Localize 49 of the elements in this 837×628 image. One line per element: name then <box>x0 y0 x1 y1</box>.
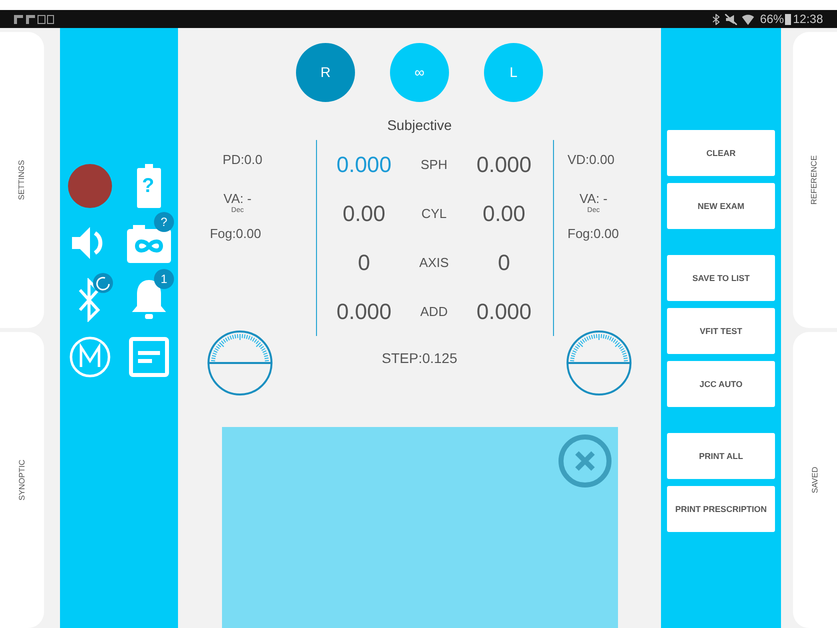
left-eye-value[interactable]: 0.00 <box>456 197 552 230</box>
right-eye-value[interactable]: 0.000 <box>316 295 412 328</box>
mute-icon <box>724 14 737 24</box>
axis-dial-icon[interactable] <box>566 330 632 396</box>
left-eye-value[interactable]: 0 <box>456 246 552 279</box>
battery-icon <box>784 13 791 25</box>
row-label: SPH <box>420 156 448 174</box>
action-button[interactable]: PRINT PRESCRIPTION <box>667 486 775 532</box>
left-eye-value[interactable]: 0.000 <box>456 295 552 328</box>
action-button[interactable]: JCC AUTO <box>667 361 775 407</box>
side-tab[interactable]: REFERENCE <box>793 32 837 328</box>
va-label: VA: - <box>224 192 252 206</box>
row-label: CYL <box>420 204 448 223</box>
action-button[interactable]: PRINT ALL <box>667 433 775 479</box>
row-label: AXIS <box>418 254 450 272</box>
fog-label: Fog:0.00 <box>210 225 262 243</box>
notification-badge: 1 <box>154 269 174 289</box>
battery-percent: 66% <box>760 11 784 28</box>
left-eye-value[interactable]: 0.000 <box>456 148 552 181</box>
pd-label: PD:0.0 <box>222 151 262 169</box>
action-button[interactable]: SAVE TO LIST <box>667 255 775 301</box>
va-label: VA: - <box>580 192 608 206</box>
action-button[interactable]: NEW EXAM <box>667 183 775 229</box>
side-tab[interactable]: SAVED <box>793 332 837 628</box>
notification-badge: ? <box>154 212 174 232</box>
bluetooth-icon[interactable] <box>78 278 102 322</box>
bluetooth-icon <box>712 14 720 24</box>
side-tab[interactable]: SETTINGS <box>0 32 44 328</box>
right-eye-value[interactable]: 0.00 <box>316 197 412 230</box>
eye-button[interactable]: R <box>296 43 355 102</box>
fog-label: Fog:0.00 <box>568 225 619 243</box>
row-label: ADD <box>419 302 449 321</box>
m-circle-icon[interactable] <box>68 336 110 378</box>
battery-icon[interactable] <box>136 164 160 208</box>
axis-dial-icon[interactable] <box>207 330 273 396</box>
action-button[interactable]: VFIT TEST <box>667 308 775 354</box>
step-label: STEP:0.125 <box>382 348 458 368</box>
notes-icon[interactable] <box>128 336 168 376</box>
close-icon[interactable] <box>558 434 612 488</box>
question-mark: ? <box>142 176 154 196</box>
clock: 12:38 <box>792 11 823 28</box>
mode-title: Subjective <box>387 116 452 135</box>
vd-label: VD:0.00 <box>568 151 614 169</box>
wifi-icon <box>742 14 754 24</box>
notification-icon <box>14 14 54 24</box>
right-eye-value[interactable]: 0 <box>316 246 412 279</box>
record-icon[interactable] <box>68 164 112 208</box>
action-button[interactable]: CLEAR <box>667 130 775 176</box>
side-tab[interactable]: SYNOPTIC <box>0 332 44 628</box>
